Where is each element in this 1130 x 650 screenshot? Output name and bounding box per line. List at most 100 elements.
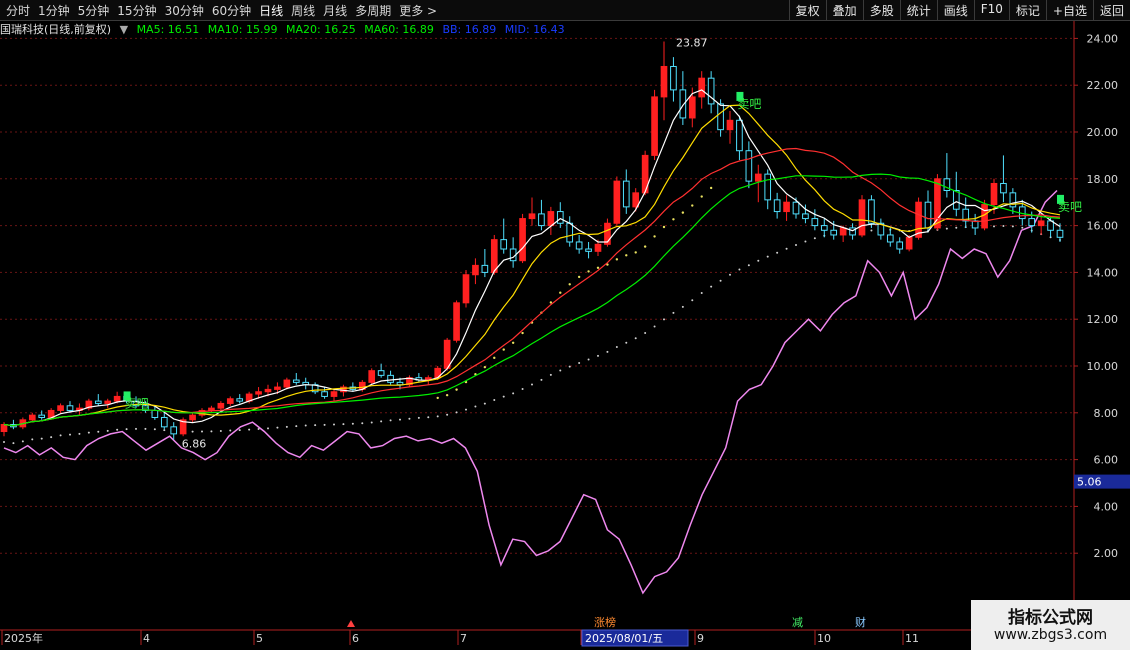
- support-dot: [597, 354, 599, 357]
- current-value-label: 5.06: [1077, 476, 1102, 489]
- support-dot: [361, 422, 364, 425]
- candle-body: [566, 222, 574, 243]
- candle-body: [660, 65, 668, 98]
- candle-body: [330, 391, 338, 397]
- candle-body: [707, 77, 715, 105]
- trail-dot: [596, 266, 600, 269]
- support-dot: [31, 438, 34, 441]
- support-dot: [710, 285, 713, 288]
- candle-body: [990, 182, 998, 206]
- ma5-line: [3, 89, 1061, 427]
- candle-body: [1056, 229, 1064, 238]
- trail-dot: [502, 348, 505, 351]
- candle-body: [736, 119, 743, 152]
- support-dot: [625, 341, 628, 344]
- support-dot: [691, 299, 694, 302]
- candle-body: [519, 218, 526, 262]
- time-label: 5: [256, 632, 263, 645]
- candle-body: [764, 173, 772, 201]
- support-dot: [785, 247, 788, 250]
- support-dot: [97, 430, 100, 433]
- candle-body: [698, 77, 706, 98]
- candle-body: [38, 414, 46, 418]
- candle-body: [57, 405, 64, 411]
- candle-body: [226, 398, 234, 404]
- price-tick-label: 24.00: [1087, 32, 1119, 45]
- support-dot: [50, 436, 53, 439]
- support-dot: [21, 440, 24, 443]
- candle-body: [811, 218, 819, 227]
- trail-dot: [521, 331, 524, 335]
- support-dot: [512, 392, 515, 395]
- trail-dot: [662, 225, 666, 229]
- candle-body: [858, 199, 866, 236]
- candle-body: [896, 241, 904, 250]
- support-dot: [87, 431, 90, 434]
- support-dot: [417, 416, 420, 419]
- candle-body: [773, 199, 781, 213]
- sell-signal-label: 卖吧: [125, 396, 149, 410]
- candle-body: [208, 407, 215, 411]
- support-dot: [955, 226, 958, 229]
- support-dot: [12, 442, 15, 445]
- sell-signal-label: 卖吧: [737, 97, 761, 111]
- support-dot: [795, 244, 797, 247]
- candle-body: [1000, 182, 1007, 194]
- support-dot: [587, 358, 590, 361]
- support-dot: [106, 429, 109, 432]
- support-dot: [606, 350, 609, 353]
- candle-body: [528, 213, 536, 220]
- candle-body: [830, 229, 838, 236]
- support-dot: [153, 428, 156, 431]
- support-dot: [813, 237, 816, 240]
- high-price-label: 23.87: [676, 36, 708, 49]
- trail-dot: [634, 251, 637, 254]
- time-label: 6: [352, 632, 359, 645]
- candle-body: [481, 264, 489, 273]
- candle-body: [189, 414, 196, 421]
- trail-dot: [587, 270, 590, 273]
- price-tick-label: 4.00: [1094, 500, 1119, 513]
- support-dot: [493, 399, 496, 402]
- support-dot: [351, 422, 354, 425]
- candle-body: [868, 199, 875, 224]
- support-dot: [135, 427, 137, 430]
- support-dot: [40, 437, 43, 440]
- support-dot: [804, 240, 807, 243]
- price-axis: 24.00 22.00 20.00 18.00 16.00 14.00 12.00 10.00…: [1073, 21, 1119, 630]
- indicator-line: [3, 189, 1058, 595]
- price-tick-label: 16.00: [1087, 220, 1119, 233]
- candle-body: [754, 173, 762, 182]
- support-dot: [201, 430, 203, 433]
- support-dot: [276, 426, 279, 429]
- candle-body: [547, 211, 555, 227]
- support-dot: [144, 427, 147, 430]
- candle-body: [170, 426, 178, 435]
- support-dot: [634, 337, 637, 340]
- support-dot: [747, 264, 750, 267]
- candle-body: [462, 274, 470, 304]
- time-label: 2025年: [4, 631, 43, 645]
- trail-dot: [568, 283, 571, 286]
- grid-lines: [0, 37, 1074, 554]
- candle-body: [28, 414, 36, 421]
- candle-body: [952, 190, 960, 210]
- support-dot: [729, 273, 731, 276]
- candle-body: [377, 370, 385, 376]
- watermark: 指标公式网 www.zbgs3.com: [971, 600, 1130, 650]
- time-label: 4: [143, 632, 150, 645]
- trail-dot: [511, 341, 515, 344]
- trail-dot: [493, 356, 496, 360]
- watermark-title: 指标公式网: [1008, 608, 1093, 628]
- candle-body: [792, 201, 800, 215]
- support-dot: [465, 408, 467, 411]
- candle-body: [905, 236, 913, 250]
- candle-body: [802, 213, 809, 220]
- support-dot: [993, 225, 995, 228]
- candle-body: [934, 178, 941, 229]
- support-dot: [267, 427, 269, 430]
- support-dot: [446, 413, 449, 416]
- price-chart[interactable]: 24.00 22.00 20.00 18.00 16.00 14.00 12.00 10.00…: [0, 0, 1130, 650]
- candle-body: [783, 201, 790, 213]
- support-dot: [408, 417, 411, 420]
